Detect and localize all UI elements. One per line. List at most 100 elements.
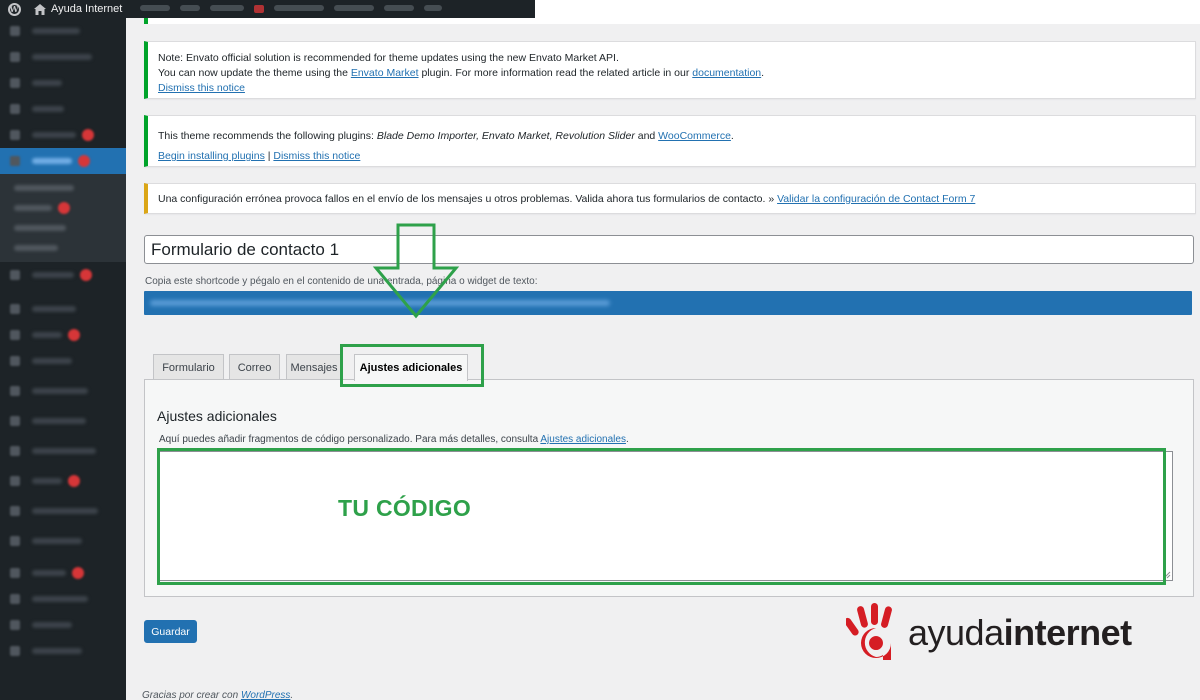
- submenu-item[interactable]: [0, 198, 126, 218]
- tab-correo[interactable]: Correo: [229, 354, 280, 380]
- submenu-item[interactable]: [0, 178, 126, 198]
- sidebar-item[interactable]: [0, 434, 126, 468]
- wordpress-link[interactable]: WordPress: [241, 690, 290, 700]
- sidebar-item[interactable]: [0, 468, 126, 494]
- woocommerce-link[interactable]: WooCommerce: [658, 130, 731, 142]
- sidebar-item-label: [32, 570, 66, 576]
- sidebar-item[interactable]: [0, 528, 126, 554]
- cf7-notice: Una configuración errónea provoca fallos…: [144, 183, 1196, 214]
- admin-bar-blank: [535, 0, 1200, 18]
- sidebar-item[interactable]: [0, 348, 126, 374]
- sidebar-item[interactable]: [0, 374, 126, 408]
- additional-settings-link[interactable]: Ajustes adicionales: [540, 434, 626, 445]
- notice-text: This theme recommends the following plug…: [158, 129, 1185, 144]
- sidebar-item-label: [32, 272, 74, 278]
- menu-icon: [10, 356, 20, 366]
- admin-bar-item[interactable]: [384, 5, 415, 11]
- site-name-link[interactable]: Ayuda Internet: [51, 3, 122, 15]
- menu-icon: [10, 52, 20, 62]
- submenu-item-label: [14, 185, 74, 191]
- sidebar-item[interactable]: [0, 44, 126, 70]
- sidebar-item[interactable]: [0, 494, 126, 528]
- notification-badge: [80, 269, 92, 281]
- resize-grip-icon[interactable]: [1163, 571, 1171, 579]
- sidebar-item[interactable]: [0, 408, 126, 434]
- footer-text: Gracias por crear con: [142, 690, 241, 700]
- sidebar-item-label: [32, 622, 72, 628]
- envato-market-link[interactable]: Envato Market: [351, 67, 419, 79]
- sidebar-item[interactable]: [0, 18, 126, 44]
- save-button[interactable]: Guardar: [144, 620, 197, 643]
- submenu-item[interactable]: [0, 238, 126, 258]
- menu-icon: [10, 620, 20, 630]
- wordpress-logo-icon[interactable]: W: [0, 0, 28, 18]
- notification-badge: [82, 129, 94, 141]
- menu-icon: [10, 416, 20, 426]
- submenu-item-label: [14, 225, 66, 231]
- validate-cf7-link[interactable]: Validar la configuración de Contact Form…: [777, 193, 975, 205]
- hand-logo-icon: [846, 603, 892, 660]
- admin-bar-item[interactable]: [274, 5, 325, 11]
- sidebar-item-label: [32, 106, 64, 112]
- sidebar-item[interactable]: [0, 322, 126, 348]
- menu-icon: [10, 156, 20, 166]
- sidebar-item[interactable]: [0, 612, 126, 638]
- shortcode-field[interactable]: [144, 291, 1192, 315]
- submenu-item-label: [14, 205, 52, 211]
- notice-text-part: .: [761, 67, 765, 79]
- tab-formulario[interactable]: Formulario: [153, 354, 224, 380]
- begin-installing-plugins-link[interactable]: Begin installing plugins: [158, 150, 265, 162]
- sidebar-item-label: [32, 508, 98, 514]
- notice-text-part: plugin. For more information read the re…: [418, 67, 693, 79]
- notice-text-part: This theme recommends the following plug…: [158, 130, 377, 142]
- down-arrow-icon: [372, 223, 460, 319]
- sidebar-item-label: [32, 596, 88, 602]
- sidebar-item[interactable]: [0, 70, 126, 96]
- tab-ajustes-adicionales[interactable]: Ajustes adicionales: [354, 354, 468, 381]
- admin-bar-item[interactable]: [180, 5, 201, 11]
- submenu-item[interactable]: [0, 218, 126, 238]
- menu-icon: [10, 386, 20, 396]
- sidebar-item[interactable]: [0, 262, 126, 288]
- documentation-link[interactable]: documentation: [692, 67, 761, 79]
- admin-bar: W Ayuda Internet: [0, 0, 1200, 18]
- admin-bar-item[interactable]: [424, 5, 443, 11]
- notification-badge: [78, 155, 90, 167]
- admin-bar-item[interactable]: [140, 5, 171, 11]
- tab-mensajes[interactable]: Mensajes: [286, 354, 342, 380]
- shortcode-label: Copia este shortcode y pégalo en el cont…: [145, 276, 538, 287]
- admin-bar-item[interactable]: [334, 5, 375, 11]
- sidebar-item-label: [32, 388, 88, 394]
- logo-wordmark-light: ayuda: [908, 612, 1004, 653]
- dismiss-notice-link[interactable]: Dismiss this notice: [158, 82, 245, 94]
- sidebar-item-label: [32, 28, 80, 34]
- sidebar-item-label: [32, 80, 62, 86]
- menu-icon: [10, 304, 20, 314]
- sidebar-item-label: [32, 418, 86, 424]
- sidebar-item[interactable]: [0, 638, 126, 664]
- sidebar-item[interactable]: [0, 96, 126, 122]
- sidebar-item-label: [32, 132, 76, 138]
- sidebar-item[interactable]: [0, 296, 126, 322]
- notice-text-part: You can now update the theme using the: [158, 67, 351, 79]
- sidebar-item[interactable]: [0, 122, 126, 148]
- home-icon[interactable]: [32, 0, 48, 18]
- your-code-annotation: TU CÓDIGO: [338, 495, 472, 521]
- menu-icon: [10, 568, 20, 578]
- notification-badge: [58, 202, 70, 214]
- sidebar-item-label: [32, 648, 82, 654]
- sidebar-item[interactable]: [0, 560, 126, 586]
- additional-settings-textarea[interactable]: [158, 451, 1173, 581]
- form-title-input[interactable]: Formulario de contacto 1: [144, 235, 1194, 264]
- dismiss-notice-link[interactable]: Dismiss this notice: [273, 150, 360, 162]
- admin-bar-item[interactable]: [210, 5, 245, 11]
- notice-text: Note: Envato official solution is recomm…: [158, 52, 619, 64]
- sidebar-item-contacto[interactable]: [0, 148, 126, 174]
- ayudainternet-logo: ayudainternet: [846, 603, 1166, 663]
- panel-title: Ajustes adicionales: [157, 408, 277, 424]
- menu-icon: [10, 594, 20, 604]
- menu-icon: [10, 536, 20, 546]
- sidebar-item[interactable]: [0, 586, 126, 612]
- menu-icon: [10, 104, 20, 114]
- submenu-item-label: [14, 245, 58, 251]
